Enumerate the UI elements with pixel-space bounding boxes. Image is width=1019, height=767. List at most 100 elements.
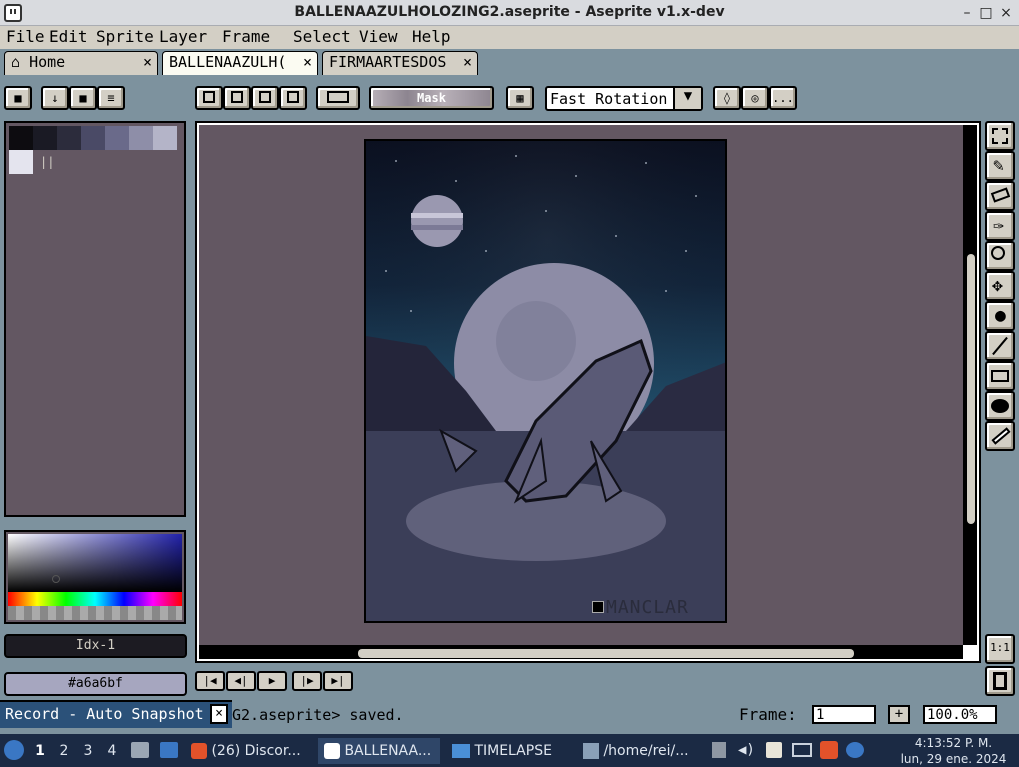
palette-swatch[interactable] xyxy=(9,150,33,174)
rectangle-tool[interactable] xyxy=(985,361,1015,391)
line-tool[interactable] xyxy=(985,331,1015,361)
workspace-2[interactable]: 2 xyxy=(53,738,75,764)
menu-sprite[interactable]: Sprite xyxy=(96,27,154,46)
palette-lock-button[interactable]: ■ xyxy=(4,86,32,110)
next-frame-button[interactable]: |▶ xyxy=(292,671,322,691)
task-discord[interactable]: (26) Discor... xyxy=(191,738,301,764)
eraser-tool[interactable] xyxy=(985,181,1015,211)
previous-frame-button[interactable]: ◀| xyxy=(226,671,256,691)
paint-bucket-tool[interactable]: ● xyxy=(985,301,1015,331)
tab-firmaartesdos[interactable]: FIRMAARTESDOS × xyxy=(322,51,478,75)
palette-options-button[interactable]: ≡ xyxy=(97,86,125,110)
move-tool[interactable]: ✥ xyxy=(985,271,1015,301)
eyedropper-tool[interactable]: ✑ xyxy=(985,211,1015,241)
last-frame-button[interactable]: ▶| xyxy=(323,671,353,691)
display-icon[interactable] xyxy=(792,743,812,757)
zoom-one-to-one-button[interactable]: 1:1 xyxy=(985,634,1015,664)
palette-panel: || xyxy=(4,121,186,517)
desktop-icon[interactable] xyxy=(160,742,178,758)
chevron-down-icon[interactable]: ▼ xyxy=(673,88,701,109)
workspace-1[interactable]: 1 xyxy=(29,738,51,764)
record-close-button[interactable]: × xyxy=(210,704,228,724)
transparent-color-button[interactable] xyxy=(316,86,360,110)
marquee-tool[interactable] xyxy=(985,121,1015,151)
workspace-3[interactable]: 3 xyxy=(77,738,99,764)
bg-color-index[interactable]: Idx-1 xyxy=(4,634,187,658)
palette-presets-button[interactable]: ■ xyxy=(69,86,97,110)
frame-input[interactable]: 1 xyxy=(812,705,876,724)
palette-swatch[interactable] xyxy=(57,126,81,150)
clock[interactable]: 4:13:52 P. M. lun, 29 ene. 2024 xyxy=(888,735,1019,767)
task-timelapse[interactable]: TIMELAPSE xyxy=(452,738,552,764)
tab-close-icon[interactable]: × xyxy=(303,53,312,71)
menu-layer[interactable]: Layer xyxy=(159,27,207,46)
files-icon[interactable] xyxy=(131,742,149,758)
selection-subtract-button[interactable] xyxy=(251,86,279,110)
contour-tool[interactable] xyxy=(985,391,1015,421)
pencil-tool[interactable]: ✎ xyxy=(985,151,1015,181)
menu-view[interactable]: View xyxy=(359,27,398,46)
selection-subtract-icon xyxy=(259,91,271,103)
transform-option-button[interactable]: ◊ xyxy=(713,86,741,110)
rotation-algorithm-select[interactable]: Fast Rotation ▼ xyxy=(545,86,703,111)
update-notifier-icon[interactable] xyxy=(846,742,864,758)
mask-option-button[interactable]: ◎ xyxy=(741,86,769,110)
task-aseprite[interactable]: BALLENAA... xyxy=(318,738,440,764)
eyedropper-icon: ✑ xyxy=(993,215,1004,236)
tab-close-icon[interactable]: × xyxy=(463,53,472,71)
tab-label: FIRMAARTESDOS xyxy=(329,53,447,71)
palette-sort-button[interactable]: ↓ xyxy=(41,86,69,110)
selection-intersect-button[interactable] xyxy=(279,86,307,110)
new-frame-button[interactable]: + xyxy=(888,705,910,724)
play-button[interactable]: ▶ xyxy=(257,671,287,691)
palette-swatch[interactable] xyxy=(129,126,153,150)
timeline-toggle-button[interactable] xyxy=(985,666,1015,696)
brave-tray-icon[interactable] xyxy=(820,741,838,759)
palette-swatch[interactable] xyxy=(105,126,129,150)
record-snapshot-bar[interactable]: Record - Auto Snapshot × xyxy=(0,700,232,728)
palette-swatch[interactable] xyxy=(81,126,105,150)
tab-ballenaazul[interactable]: BALLENAAZULH( × xyxy=(162,51,318,75)
first-frame-icon: |◀ xyxy=(203,674,217,687)
zoom-input[interactable]: 100.0% xyxy=(923,705,997,724)
color-picker-cursor[interactable] xyxy=(52,575,60,583)
clipboard-icon[interactable] xyxy=(766,742,782,758)
tab-close-icon[interactable]: × xyxy=(143,53,152,71)
menu-edit[interactable]: Edit xyxy=(49,27,88,46)
minimize-button[interactable]: – xyxy=(957,3,977,23)
selection-replace-button[interactable] xyxy=(195,86,223,110)
start-menu-icon[interactable] xyxy=(4,740,24,760)
palette-swatch[interactable] xyxy=(153,126,177,150)
more-options-button[interactable]: ... xyxy=(769,86,797,110)
menu-select[interactable]: Select xyxy=(293,27,351,46)
mask-color-button[interactable]: Mask xyxy=(369,86,494,110)
workspace-4[interactable]: 4 xyxy=(101,738,123,764)
rotation-algorithm-value: Fast Rotation xyxy=(550,90,668,108)
menu-frame[interactable]: Frame xyxy=(222,27,270,46)
tab-home[interactable]: ⌂ Home × xyxy=(4,51,158,75)
sprite-image[interactable]: MANCLAR xyxy=(364,139,727,623)
selection-add-button[interactable] xyxy=(223,86,251,110)
hue-slider[interactable] xyxy=(8,592,182,606)
vertical-scrollbar[interactable] xyxy=(967,254,975,524)
menu-file[interactable]: File xyxy=(6,27,45,46)
task-home-rei[interactable]: /home/rei/... xyxy=(583,738,689,764)
close-window-button[interactable]: × xyxy=(996,3,1016,23)
maximize-button[interactable]: □ xyxy=(976,3,996,23)
saturation-value-picker[interactable] xyxy=(8,534,182,592)
pivot-button[interactable]: ▦ xyxy=(506,86,534,110)
first-frame-button[interactable]: |◀ xyxy=(195,671,225,691)
task-label: /home/rei/... xyxy=(603,743,689,759)
clock-date: lun, 29 ene. 2024 xyxy=(900,752,1007,766)
zoom-tool[interactable] xyxy=(985,241,1015,271)
blur-tool[interactable] xyxy=(985,421,1015,451)
palette-swatch[interactable] xyxy=(9,126,33,150)
color-spectrum[interactable] xyxy=(4,530,186,624)
eject-icon[interactable] xyxy=(712,742,726,758)
alpha-slider[interactable] xyxy=(8,606,182,620)
fg-color-hex[interactable]: #a6a6bf xyxy=(4,672,187,696)
palette-swatch[interactable] xyxy=(33,126,57,150)
menu-help[interactable]: Help xyxy=(412,27,451,46)
horizontal-scrollbar[interactable] xyxy=(358,649,854,658)
volume-icon[interactable]: ◀) xyxy=(738,742,755,758)
